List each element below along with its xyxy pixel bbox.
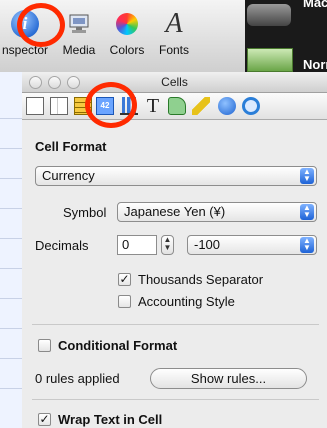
hard-drive-icon [247,4,291,26]
document-background: Mac Norr [245,0,327,72]
toolbar-fonts-button[interactable]: A Fonts [152,6,196,57]
conditional-format-checkbox[interactable] [38,339,51,352]
desktop-label-top: Mac [303,0,327,10]
symbol-popup-value: Japanese Yen (¥) [124,204,226,219]
separator [32,324,319,325]
wrap-text-checkbox[interactable]: ✓ [38,413,51,426]
decimals-stepper[interactable]: ▲ ▼ [161,235,174,255]
toolbar-media-label: Media [62,43,96,57]
conditional-format-heading: Conditional Format [58,338,178,353]
accounting-style-label: Accounting Style [138,294,235,309]
rules-applied-status: 0 rules applied [35,371,120,386]
fonts-icon: A [165,8,183,39]
cell-format-heading: Cell Format [35,139,107,154]
image-file-icon [247,48,293,72]
thousands-separator-label: Thousands Separator [138,272,264,287]
popup-arrows-icon: ▲ ▼ [300,168,314,184]
thousands-separator-checkbox[interactable]: ✓ [118,273,131,286]
metrics-icon[interactable] [192,97,210,115]
popup-arrows-icon: ▲ ▼ [300,237,314,253]
spreadsheet-edge [0,72,23,428]
toolbar-colors-label: Colors [109,43,145,57]
desktop-label-bottom: Norr [303,57,327,72]
toolbar-fonts-label: Fonts [158,43,189,57]
panel-title: Cells [161,75,188,89]
decimals-label: Decimals [35,238,89,253]
wrap-text-label: Wrap Text in Cell [58,412,163,427]
separator [32,399,319,400]
document-icon[interactable] [26,97,44,115]
format-popup[interactable]: Currency ▲ ▼ [35,166,317,186]
layout-icon[interactable] [50,97,68,115]
negative-format-popup[interactable]: -100 ▲ ▼ [187,235,317,255]
decimals-field[interactable]: 0 [117,235,157,255]
negative-format-value: -100 [194,237,221,252]
media-icon [69,14,89,33]
toolbar-colors-button[interactable]: Colors [103,6,151,57]
cells-tab-highlight-ring [85,82,137,128]
popup-arrows-icon: ▲ ▼ [300,204,314,220]
inspector-tabs: 42 T [22,93,327,120]
inspector-panel: Cells 42 T Cell Format Currency ▲ ▼ Symbo… [22,72,327,428]
accounting-style-checkbox[interactable] [118,295,131,308]
panel-titlebar: Cells [22,72,327,93]
graphic-icon[interactable] [168,97,186,115]
format-popup-value: Currency [42,168,95,183]
colors-icon [116,13,138,35]
inspector-highlight-ring [17,3,65,47]
quicktime-icon[interactable] [242,97,260,115]
hyperlink-icon[interactable] [218,97,236,115]
show-rules-button[interactable]: Show rules... [150,368,307,389]
symbol-label: Symbol [63,205,107,220]
text-icon[interactable]: T [144,96,162,116]
symbol-popup[interactable]: Japanese Yen (¥) ▲ ▼ [117,202,317,222]
